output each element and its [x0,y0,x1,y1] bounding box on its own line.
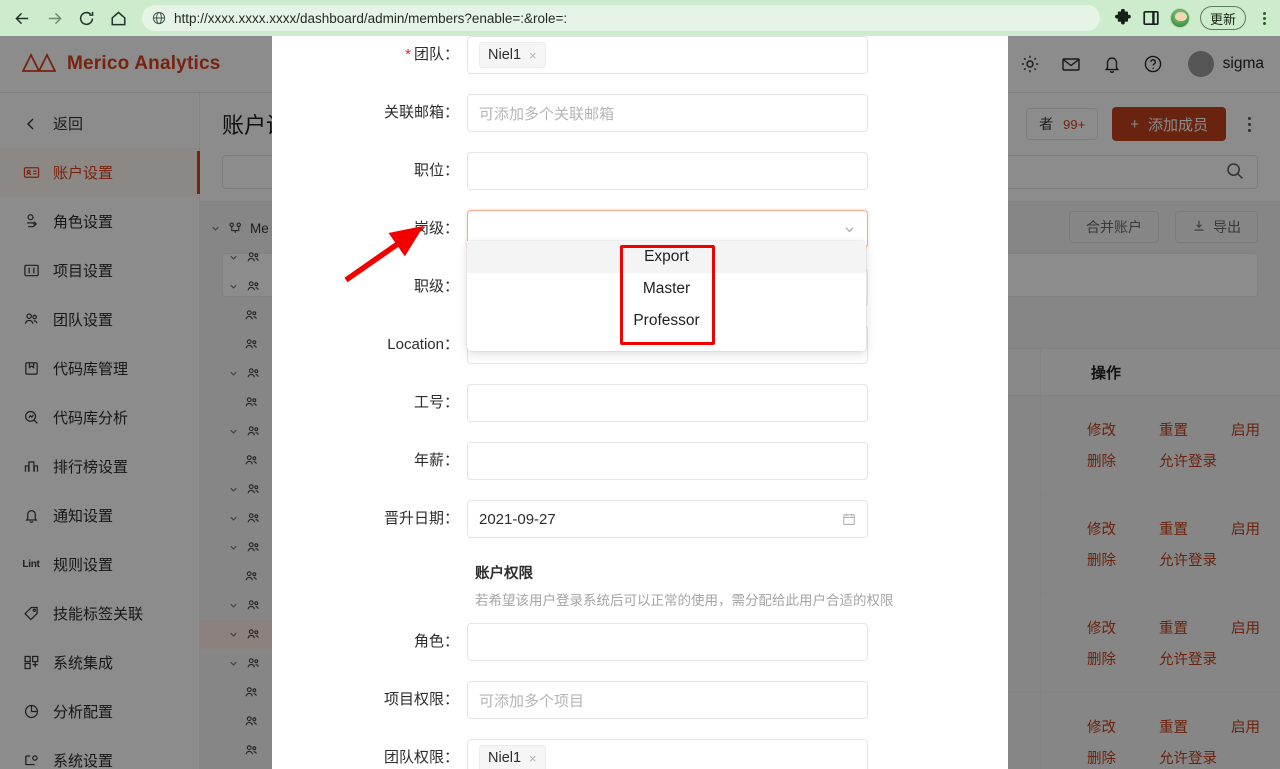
address-bar[interactable]: http://xxxx.xxxx.xxxx/dashboard/admin/me… [142,5,1100,31]
field-control: 可添加多个关联邮箱 [467,94,1008,132]
tag-label: Niel1 [488,47,522,63]
field-project-permission: 项目权限： 可添加多个项目 [272,681,1008,739]
placeholder-text: 可添加多个项目 [479,692,585,710]
team-permission-select[interactable]: Niel1 × [467,739,868,769]
permission-section: 账户权限 若希望该用户登录系统后可以正常的使用，需分配给此用户合适的权限 [272,558,1008,609]
tag-label: Niel1 [488,750,522,766]
field-control [467,152,1008,190]
field-control [467,442,1008,480]
url-text: http://xxxx.xxxx.xxxx/dashboard/admin/me… [174,10,568,26]
dropdown-option-export[interactable]: Export [467,241,866,273]
member-edit-dialog: * 团队： Niel1 × 关联邮箱： 可添加多个关联邮箱 职位： 岗级： 职级… [272,36,1008,769]
field-label: * 团队： [405,46,459,63]
chevron-down-icon[interactable] [843,223,856,236]
field-team-permission: 团队权限： Niel1 × [272,739,1008,769]
label-text: 职级 [413,278,444,295]
field-emails: 关联邮箱： 可添加多个关联邮箱 [272,94,1008,152]
field-role: 角色： [272,623,1008,681]
required-asterisk: * [405,46,411,63]
forward-arrow-icon[interactable] [40,4,68,32]
sidepanel-icon[interactable] [1142,9,1160,27]
placeholder-text: 可添加多个关联邮箱 [479,105,615,123]
label-text: 工号 [413,394,444,411]
member-form: * 团队： Niel1 × 关联邮箱： 可添加多个关联邮箱 职位： 岗级： 职级… [272,36,1008,769]
update-button[interactable]: 更新 [1199,6,1246,30]
employee-no-input[interactable] [467,384,868,422]
field-position: 职位： [272,152,1008,210]
section-description: 若希望该用户登录系统后可以正常的使用，需分配给此用户合适的权限 [475,593,894,608]
label-text: 职位 [413,162,444,179]
field-label: 角色： [413,633,459,650]
field-control: 可添加多个项目 [467,681,1008,719]
role-select[interactable] [467,623,868,661]
globe-icon [152,11,166,25]
field-team: * 团队： Niel1 × [272,36,1008,94]
back-arrow-icon[interactable] [8,4,36,32]
label-text: 团队 [413,46,444,63]
calendar-icon[interactable] [842,512,856,526]
promotion-date-input[interactable]: 2021-09-27 [467,500,868,538]
label-text: 关联邮箱 [383,104,444,121]
close-icon[interactable]: × [529,751,537,766]
team-permission-tag[interactable]: Niel1 × [479,745,546,769]
position-input[interactable] [467,152,868,190]
field-promotion-date: 晋升日期： 2021-09-27 [272,500,1008,558]
team-select[interactable]: Niel1 × [467,36,868,74]
label-text: 角色 [413,633,444,650]
profile-avatar-icon[interactable] [1169,8,1190,28]
browser-toolbar: http://xxxx.xxxx.xxxx/dashboard/admin/me… [0,0,1280,36]
field-label: 年薪： [413,452,459,469]
field-control [467,384,1008,422]
field-label: 团队权限： [383,749,459,766]
label-text: 年薪 [413,452,444,469]
field-control: 2021-09-27 [467,500,1008,538]
field-label: 项目权限： [383,691,459,708]
field-label: 晋升日期： [383,510,459,527]
field-control: Niel1 × [467,739,1008,769]
dropdown-option-professor[interactable]: Professor [467,305,866,337]
label-text: Location [387,336,444,353]
field-label: 关联邮箱： [383,104,459,121]
label-text: 晋升日期 [383,510,444,527]
label-text: 岗级 [413,220,444,237]
field-control [467,623,1008,661]
value-text: 2021-09-27 [479,510,556,528]
field-label: 岗级： [413,220,459,237]
browser-menu-icon[interactable] [1256,11,1272,25]
extensions-puzzle-icon[interactable] [1114,8,1132,27]
section-title: 账户权限 [475,566,533,582]
team-tag[interactable]: Niel1 × [479,42,546,68]
dropdown-option-master[interactable]: Master [467,273,866,305]
field-label: Location： [387,336,459,353]
close-icon[interactable]: × [529,48,537,63]
field-salary: 年薪： [272,442,1008,500]
salary-input[interactable] [467,442,868,480]
emails-input[interactable]: 可添加多个关联邮箱 [467,94,868,132]
label-text: 项目权限 [383,691,444,708]
field-label: 职位： [413,162,459,179]
label-text: 团队权限 [383,749,444,766]
screen: Merico Analytics sigma 返回 账户设置 角色设置 项目设置… [0,0,1280,769]
job-grade-dropdown[interactable]: Export Master Professor [467,241,866,351]
field-label: 工号： [413,394,459,411]
field-control: Niel1 × [467,36,1008,74]
project-permission-input[interactable]: 可添加多个项目 [467,681,868,719]
field-employee-no: 工号： [272,384,1008,442]
field-label: 职级： [413,278,459,295]
home-icon[interactable] [104,4,132,32]
reload-icon[interactable] [72,4,100,32]
browser-actions: 更新 [1110,6,1272,30]
